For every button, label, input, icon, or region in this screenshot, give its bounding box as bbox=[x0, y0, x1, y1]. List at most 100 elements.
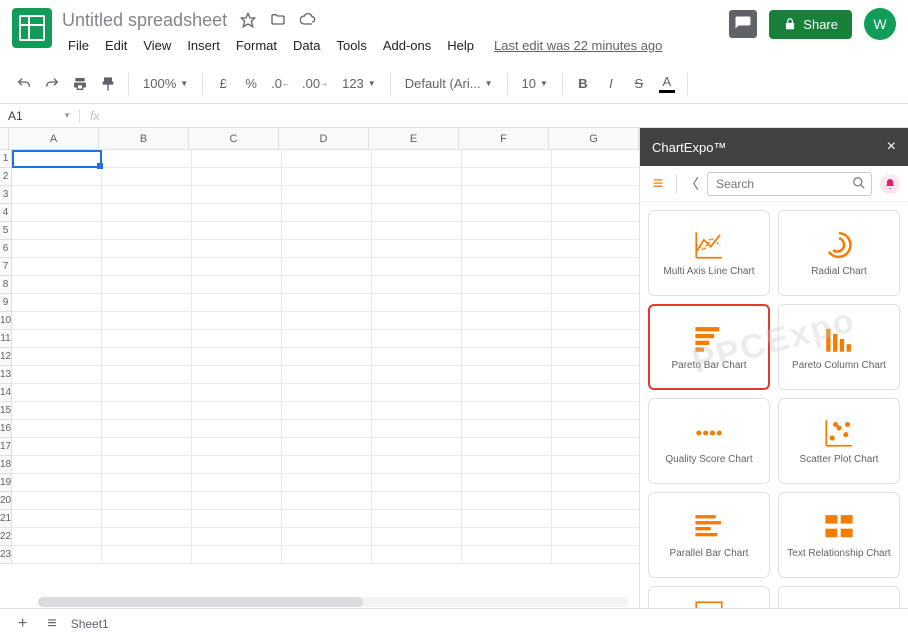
cell[interactable] bbox=[552, 438, 639, 456]
horizontal-scrollbar[interactable] bbox=[38, 596, 629, 608]
chart-option-quality[interactable]: Quality Score Chart bbox=[648, 398, 770, 484]
decrease-decimal-button[interactable]: .0← bbox=[267, 71, 294, 97]
spreadsheet-grid[interactable]: ABCDEFG 12345678910111213141516171819202… bbox=[0, 128, 639, 608]
cell[interactable] bbox=[552, 384, 639, 402]
row-header[interactable]: 17 bbox=[0, 438, 12, 456]
number-format-dropdown[interactable]: 123▼ bbox=[336, 76, 382, 91]
chart-option-paretobar[interactable]: Pareto Bar Chart bbox=[648, 304, 770, 390]
cell[interactable] bbox=[372, 456, 462, 474]
cell[interactable] bbox=[462, 546, 552, 564]
select-all-corner[interactable] bbox=[0, 128, 9, 150]
search-icon[interactable] bbox=[852, 176, 866, 190]
row-header[interactable]: 19 bbox=[0, 474, 12, 492]
column-header[interactable]: B bbox=[99, 128, 189, 150]
cell[interactable] bbox=[372, 546, 462, 564]
cell[interactable] bbox=[192, 240, 282, 258]
cell[interactable] bbox=[12, 312, 102, 330]
row-header[interactable]: 11 bbox=[0, 330, 12, 348]
row-header[interactable]: 2 bbox=[0, 168, 12, 186]
cell[interactable] bbox=[462, 204, 552, 222]
cell[interactable] bbox=[192, 348, 282, 366]
cell[interactable] bbox=[372, 366, 462, 384]
cell[interactable] bbox=[102, 402, 192, 420]
cell[interactable] bbox=[192, 546, 282, 564]
cloud-status-icon[interactable] bbox=[299, 11, 317, 29]
cell[interactable] bbox=[462, 528, 552, 546]
cell[interactable] bbox=[12, 420, 102, 438]
cell[interactable] bbox=[192, 312, 282, 330]
cell[interactable] bbox=[462, 258, 552, 276]
cell[interactable] bbox=[102, 474, 192, 492]
row-header[interactable]: 5 bbox=[0, 222, 12, 240]
cell[interactable] bbox=[282, 222, 372, 240]
cell[interactable] bbox=[282, 168, 372, 186]
cell[interactable] bbox=[12, 546, 102, 564]
row-header[interactable]: 4 bbox=[0, 204, 12, 222]
cell[interactable] bbox=[192, 258, 282, 276]
strikethrough-button[interactable]: S bbox=[627, 71, 651, 97]
cell[interactable] bbox=[372, 204, 462, 222]
cell[interactable] bbox=[462, 510, 552, 528]
chart-option-multiaxis[interactable]: Multi Axis Line Chart bbox=[648, 210, 770, 296]
cell[interactable] bbox=[282, 294, 372, 312]
cell[interactable] bbox=[552, 258, 639, 276]
cell[interactable] bbox=[12, 384, 102, 402]
zoom-dropdown[interactable]: 100%▼ bbox=[137, 76, 194, 91]
cell[interactable] bbox=[192, 186, 282, 204]
row-header[interactable]: 23 bbox=[0, 546, 12, 564]
name-box[interactable]: A1▼ bbox=[0, 109, 80, 123]
cell[interactable] bbox=[12, 258, 102, 276]
row-header[interactable]: 15 bbox=[0, 402, 12, 420]
cell[interactable] bbox=[552, 204, 639, 222]
share-button[interactable]: Share bbox=[769, 10, 852, 39]
cell[interactable] bbox=[12, 402, 102, 420]
cell[interactable] bbox=[102, 528, 192, 546]
cell[interactable] bbox=[102, 276, 192, 294]
cell[interactable] bbox=[12, 186, 102, 204]
cell[interactable] bbox=[192, 420, 282, 438]
cell[interactable] bbox=[552, 186, 639, 204]
cell[interactable] bbox=[102, 240, 192, 258]
cell[interactable] bbox=[552, 276, 639, 294]
row-header[interactable]: 3 bbox=[0, 186, 12, 204]
all-sheets-button[interactable]: ≡ bbox=[41, 615, 62, 633]
cell[interactable] bbox=[102, 510, 192, 528]
cell[interactable] bbox=[102, 186, 192, 204]
cell[interactable] bbox=[282, 204, 372, 222]
cell[interactable] bbox=[12, 276, 102, 294]
cell[interactable] bbox=[282, 546, 372, 564]
cell[interactable] bbox=[462, 420, 552, 438]
menu-file[interactable]: File bbox=[62, 34, 95, 57]
cell[interactable] bbox=[12, 528, 102, 546]
sidepanel-menu-button[interactable]: ≡ bbox=[648, 173, 668, 194]
cell[interactable] bbox=[192, 456, 282, 474]
cell[interactable] bbox=[102, 150, 192, 168]
sidepanel-close-button[interactable]: × bbox=[887, 138, 896, 156]
cell[interactable] bbox=[102, 420, 192, 438]
cell[interactable] bbox=[552, 366, 639, 384]
move-to-folder-icon[interactable] bbox=[269, 11, 287, 29]
cell[interactable] bbox=[282, 366, 372, 384]
cell[interactable] bbox=[462, 294, 552, 312]
cell[interactable] bbox=[192, 492, 282, 510]
percent-button[interactable]: % bbox=[239, 71, 263, 97]
cell[interactable] bbox=[102, 384, 192, 402]
cell[interactable] bbox=[552, 492, 639, 510]
cell[interactable] bbox=[102, 312, 192, 330]
cell[interactable] bbox=[12, 168, 102, 186]
cell[interactable] bbox=[192, 510, 282, 528]
chart-option-comptrend[interactable]: Components Trend Chart bbox=[648, 586, 770, 608]
italic-button[interactable]: I bbox=[599, 71, 623, 97]
cell[interactable] bbox=[372, 330, 462, 348]
row-header[interactable]: 7 bbox=[0, 258, 12, 276]
column-header[interactable]: D bbox=[279, 128, 369, 150]
cell[interactable] bbox=[282, 312, 372, 330]
cell[interactable] bbox=[192, 528, 282, 546]
cell[interactable] bbox=[192, 438, 282, 456]
column-header[interactable]: A bbox=[9, 128, 99, 150]
cell[interactable] bbox=[372, 294, 462, 312]
cell[interactable] bbox=[192, 168, 282, 186]
cell[interactable] bbox=[372, 222, 462, 240]
cell[interactable] bbox=[552, 294, 639, 312]
currency-button[interactable]: £ bbox=[211, 71, 235, 97]
